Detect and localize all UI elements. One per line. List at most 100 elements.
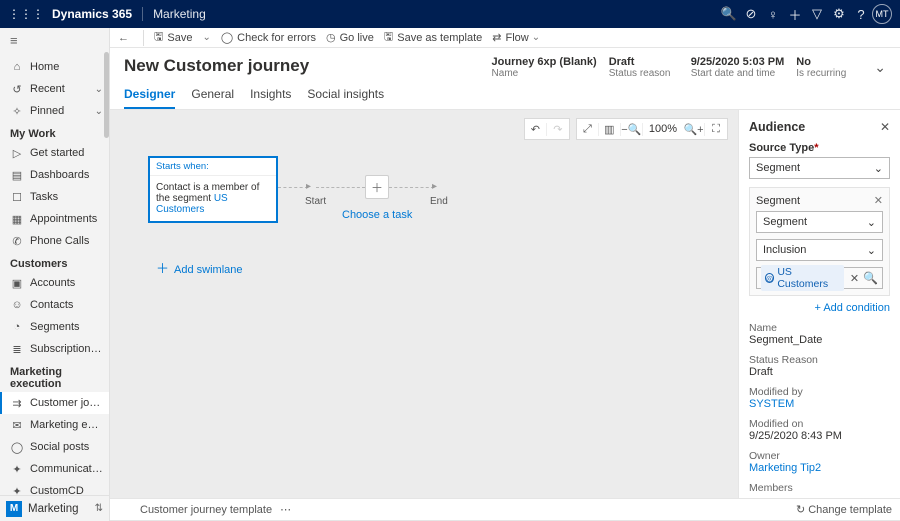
- end-label: End: [430, 196, 448, 207]
- save-icon: 🖫: [154, 28, 163, 47]
- designer-canvas[interactable]: ↶↷ ⤢▥−🔍100%🔍+⛶ Starts when: Contact is a…: [110, 110, 738, 498]
- add-swimlane-button[interactable]: ＋Add swimlane: [156, 258, 243, 277]
- list-icon: ≣: [10, 343, 24, 356]
- nav-contacts[interactable]: ☺Contacts: [0, 294, 109, 316]
- nav-accounts[interactable]: ▣Accounts: [0, 272, 109, 294]
- audience-tile[interactable]: Starts when: Contact is a member of the …: [148, 156, 278, 223]
- area-label: Marketing: [28, 503, 95, 515]
- site-map: ≡ ⌂Home ↺Recent⌄ ✧Pinned⌄ My Work ▷Get s…: [0, 28, 110, 521]
- tab-general[interactable]: General: [191, 87, 234, 109]
- nav-communication[interactable]: ✦Communication D...: [0, 458, 109, 480]
- save-button[interactable]: 🖫Save: [154, 28, 192, 47]
- nav-customcd[interactable]: ✦CustomCD: [0, 480, 109, 495]
- source-type-label: Source Type*: [749, 142, 890, 154]
- header-field-status[interactable]: DraftStatus reason: [609, 56, 679, 79]
- tab-insights[interactable]: Insights: [250, 87, 291, 109]
- nav-subscription[interactable]: ≣Subscription lists: [0, 338, 109, 360]
- nav-dashboards[interactable]: ▤Dashboards: [0, 164, 109, 186]
- nav-marketing-emails[interactable]: ✉Marketing emails: [0, 414, 109, 436]
- header-field-name[interactable]: Journey 6xp (Blank)Name: [492, 56, 597, 79]
- fit-icon[interactable]: ⤢: [577, 123, 599, 136]
- nav-tasks[interactable]: ☐Tasks: [0, 186, 109, 208]
- help-icon[interactable]: ?: [850, 7, 872, 22]
- canvas-toolbar: ↶↷ ⤢▥−🔍100%🔍+⛶: [524, 118, 728, 140]
- task-icon[interactable]: ⊘: [740, 6, 762, 22]
- back-button[interactable]: ←: [118, 32, 133, 44]
- tab-designer[interactable]: Designer: [124, 87, 175, 109]
- zoom-level: 100%: [643, 123, 683, 135]
- section-customers: Customers: [0, 252, 109, 272]
- nav-customer-journeys[interactable]: ⇉Customer journeys: [0, 392, 109, 414]
- nav-segments[interactable]: ◔Segments: [0, 316, 109, 338]
- segment-group: Segment✕ Segment⌄ Inclusion⌄ ◎US Custome…: [749, 187, 890, 296]
- add-condition-link[interactable]: + Add condition: [749, 302, 890, 314]
- lookup-search-icon[interactable]: 🔍: [863, 271, 878, 285]
- check-errors-button[interactable]: ◯Check for errors: [221, 31, 316, 44]
- go-live-button[interactable]: ◷Go live: [326, 31, 374, 44]
- nav-pinned[interactable]: ✧Pinned⌄: [0, 100, 109, 122]
- zoom-in-button[interactable]: 🔍+: [683, 123, 705, 136]
- choose-task-link[interactable]: Choose a task: [342, 209, 412, 221]
- hamburger-icon[interactable]: ≡: [0, 28, 109, 52]
- tab-social-insights[interactable]: Social insights: [307, 87, 384, 109]
- play-icon: ▷: [10, 147, 24, 160]
- zoom-out-button[interactable]: −🔍: [621, 123, 643, 136]
- clear-chip-icon[interactable]: ✕: [850, 272, 859, 285]
- app-launcher-icon[interactable]: ⋮⋮⋮: [8, 7, 44, 21]
- nav-recent[interactable]: ↺Recent⌄: [0, 78, 109, 100]
- layout-icon[interactable]: ▥: [599, 123, 621, 136]
- command-bar: ← 🖫Save ⌄ ◯Check for errors ◷Go live 🖫Sa…: [110, 28, 900, 48]
- settings-icon[interactable]: ⚙: [828, 6, 850, 22]
- segment-lookup[interactable]: ◎US Customers ✕ 🔍: [756, 267, 883, 289]
- custom-icon: ✦: [10, 485, 24, 496]
- flow-button[interactable]: ⇄Flow ⌄: [492, 31, 550, 44]
- scrollbar-thumb[interactable]: [104, 52, 109, 138]
- phone-icon: ✆: [10, 235, 24, 248]
- segment-metadata: NameSegment_Date Status ReasonDraft Modi…: [749, 322, 890, 494]
- chevron-down-icon: ⌄: [95, 84, 103, 95]
- nav-social-posts[interactable]: ◯Social posts: [0, 436, 109, 458]
- close-panel-icon[interactable]: ✕: [880, 120, 890, 134]
- owner-link[interactable]: Marketing Tip2: [749, 462, 890, 474]
- fullscreen-button[interactable]: ⛶: [705, 123, 727, 136]
- remove-group-icon[interactable]: ✕: [874, 194, 883, 207]
- scope-select[interactable]: Inclusion⌄: [756, 239, 883, 261]
- social-icon: ◯: [10, 441, 24, 454]
- modified-by-link[interactable]: SYSTEM: [749, 398, 890, 410]
- header-field-start[interactable]: 9/25/2020 5:03 PMStart date and time: [691, 56, 785, 79]
- header-expand-icon[interactable]: ⌄: [874, 59, 886, 76]
- chevron-down-icon: ⌄: [95, 106, 103, 117]
- section-marketing-exec: Marketing execution: [0, 360, 109, 392]
- add-icon[interactable]: ＋: [784, 5, 806, 24]
- chevron-down-icon: ⌄: [867, 216, 876, 229]
- save-template-button[interactable]: 🖫Save as template: [384, 28, 482, 47]
- add-action-tile[interactable]: ＋: [365, 175, 389, 199]
- segment-group-label: Segment: [756, 195, 874, 207]
- main-content: ← 🖫Save ⌄ ◯Check for errors ◷Go live 🖫Sa…: [110, 28, 900, 521]
- nav-home[interactable]: ⌂Home: [0, 56, 109, 78]
- source-type-select[interactable]: Segment⌄: [749, 157, 890, 179]
- tile-body: Contact is a member of the segment US Cu…: [150, 176, 276, 221]
- task-icon: ☐: [10, 191, 24, 204]
- nav-get-started[interactable]: ▷Get started: [0, 142, 109, 164]
- filter-icon[interactable]: ▽: [806, 6, 828, 22]
- undo-button[interactable]: ↶: [525, 123, 547, 136]
- chevron-down-icon: ⌄: [867, 244, 876, 257]
- save-dropdown[interactable]: ⌄: [202, 32, 210, 43]
- lightbulb-icon[interactable]: ♀: [762, 7, 784, 22]
- header-field-recurring[interactable]: NoIs recurring: [796, 56, 866, 79]
- home-icon: ⌂: [10, 61, 24, 73]
- more-icon[interactable]: ⋯: [280, 503, 291, 516]
- area-switcher[interactable]: M Marketing ⇅: [0, 495, 109, 521]
- recent-icon: ↺: [10, 83, 24, 96]
- nav-phone-calls[interactable]: ✆Phone Calls: [0, 230, 109, 252]
- user-avatar[interactable]: MT: [872, 4, 892, 24]
- nav-appointments[interactable]: ▦Appointments: [0, 208, 109, 230]
- change-template-link[interactable]: ↻ Change template: [796, 503, 892, 516]
- pin-icon: ✧: [10, 105, 24, 118]
- segment-chip[interactable]: ◎US Customers: [761, 265, 844, 291]
- redo-button[interactable]: ↷: [547, 123, 569, 136]
- accounts-icon: ▣: [10, 277, 24, 290]
- segment-type-select[interactable]: Segment⌄: [756, 211, 883, 233]
- search-icon[interactable]: 🔍: [718, 6, 740, 22]
